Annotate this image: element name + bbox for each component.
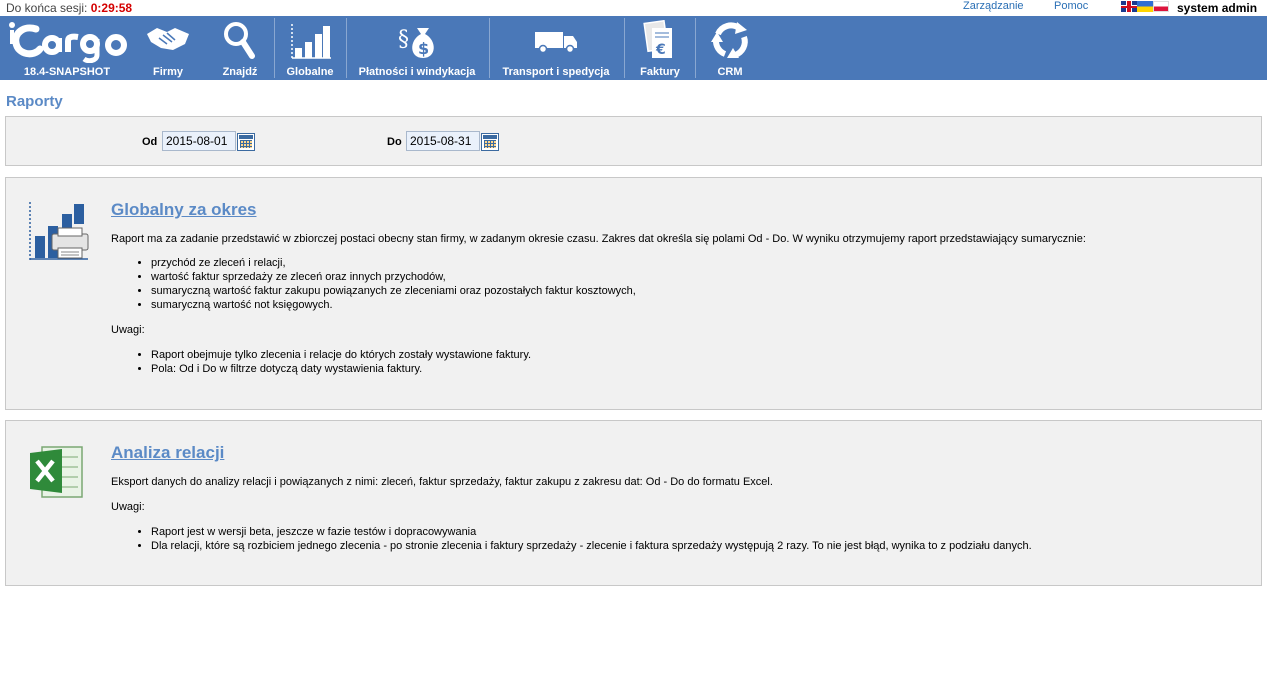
report-global: Globalny za okres Raport ma za zadanie p… (5, 177, 1262, 410)
from-calendar-icon[interactable] (237, 133, 255, 151)
svg-text:$: $ (418, 39, 429, 58)
list-item: przychód ze zleceń i relacji, (151, 256, 636, 270)
to-date-input[interactable] (406, 131, 480, 151)
svg-text:€: € (655, 42, 666, 58)
nav-label: Transport i spedycja (502, 66, 610, 78)
invoice-icon: € (643, 20, 672, 58)
page-title: Raporty (6, 93, 63, 110)
nav-item-platnosci[interactable]: § $ Płatności i windykacja (352, 16, 482, 80)
report-relations-link[interactable]: Analiza relacji (111, 443, 224, 463)
to-calendar-icon[interactable] (481, 133, 499, 151)
nav-separator (695, 18, 696, 78)
management-link[interactable]: Zarządzanie (963, 0, 1024, 12)
nav-label: Faktury (640, 66, 680, 78)
bar-chart-icon (291, 24, 331, 59)
truck-icon (535, 32, 577, 54)
report-relations-notes-label: Uwagi: (111, 501, 145, 513)
nav-item-firmy[interactable]: Firmy (140, 16, 196, 80)
list-item: Pola: Od i Do w filtrze dotyczą daty wys… (151, 362, 531, 376)
nav-label: Znajdź (222, 66, 258, 78)
nav-item-globalne[interactable]: Globalne (280, 16, 340, 80)
list-item: wartość faktur sprzedaży ze zleceń oraz … (151, 270, 636, 284)
list-item: Dla relacji, które są rozbiciem jednego … (151, 539, 1032, 553)
nav-separator (346, 18, 347, 78)
date-filter-panel: Od Do (5, 116, 1262, 166)
nav-item-znajdz[interactable]: Znajdź (212, 16, 268, 80)
report-relations: Analiza relacji Eksport danych do analiz… (5, 420, 1262, 586)
report-relations-description: Eksport danych do analizy relacji i powi… (111, 476, 773, 488)
nav-label: Firmy (153, 66, 183, 78)
session-timer-value: 0:29:58 (90, 1, 133, 15)
top-strip: Do końca sesji: 0:29:58 Zarządzanie Pomo… (0, 0, 1267, 16)
logo-version: 18.4-SNAPSHOT (23, 66, 111, 78)
nav-separator (624, 18, 625, 78)
flag-uk-icon[interactable] (1121, 1, 1137, 12)
to-label: Do (387, 136, 402, 148)
nav-label: Płatności i windykacja (358, 66, 476, 78)
list-item: Raport jest w wersji beta, jeszcze w faz… (151, 525, 1032, 539)
from-label: Od (142, 136, 158, 148)
flag-pl-icon[interactable] (1153, 1, 1169, 12)
nav-separator (274, 18, 275, 78)
report-printer-chart-icon (29, 202, 89, 260)
money-bag-icon: § $ (398, 27, 434, 58)
main-navbar: 18.4-SNAPSHOT Firmy Znajdź Globalne § $ … (0, 16, 1267, 80)
nav-item-transport[interactable]: Transport i spedycja (495, 16, 617, 80)
report-global-notes: Raport obejmuje tylko zlecenia i relacje… (136, 348, 531, 376)
excel-icon (30, 446, 83, 498)
report-global-description: Raport ma za zadanie przedstawić w zbior… (111, 233, 1086, 245)
list-item: Raport obejmuje tylko zlecenia i relacje… (151, 348, 531, 362)
nav-separator (489, 18, 490, 78)
report-global-items: przychód ze zleceń i relacji, wartość fa… (136, 256, 636, 312)
report-global-link[interactable]: Globalny za okres (111, 200, 257, 220)
nav-label: Globalne (286, 66, 334, 78)
magnifier-icon (224, 22, 255, 59)
help-link[interactable]: Pomoc (1054, 0, 1088, 12)
svg-text:§: § (398, 27, 409, 52)
icargo-logo-icon (9, 22, 127, 63)
list-item: sumaryczną wartość not księgowych. (151, 298, 636, 312)
report-global-notes-label: Uwagi: (111, 324, 145, 336)
cycle-arrows-icon (711, 22, 748, 58)
nav-item-faktury[interactable]: € Faktury (630, 16, 690, 80)
session-timer: Do końca sesji: 0:29:58 (6, 1, 132, 15)
nav-item-crm[interactable]: CRM (700, 16, 760, 80)
report-relations-notes: Raport jest w wersji beta, jeszcze w faz… (136, 525, 1032, 553)
user-name[interactable]: system admin (1177, 1, 1257, 15)
handshake-icon (147, 28, 189, 50)
nav-logo[interactable]: 18.4-SNAPSHOT (0, 16, 134, 80)
list-item: sumaryczną wartość faktur zakupu powiąza… (151, 284, 636, 298)
nav-label: CRM (717, 66, 743, 78)
session-label: Do końca sesji: (6, 1, 88, 15)
from-date-input[interactable] (162, 131, 236, 151)
flag-ua-icon[interactable] (1137, 1, 1153, 12)
